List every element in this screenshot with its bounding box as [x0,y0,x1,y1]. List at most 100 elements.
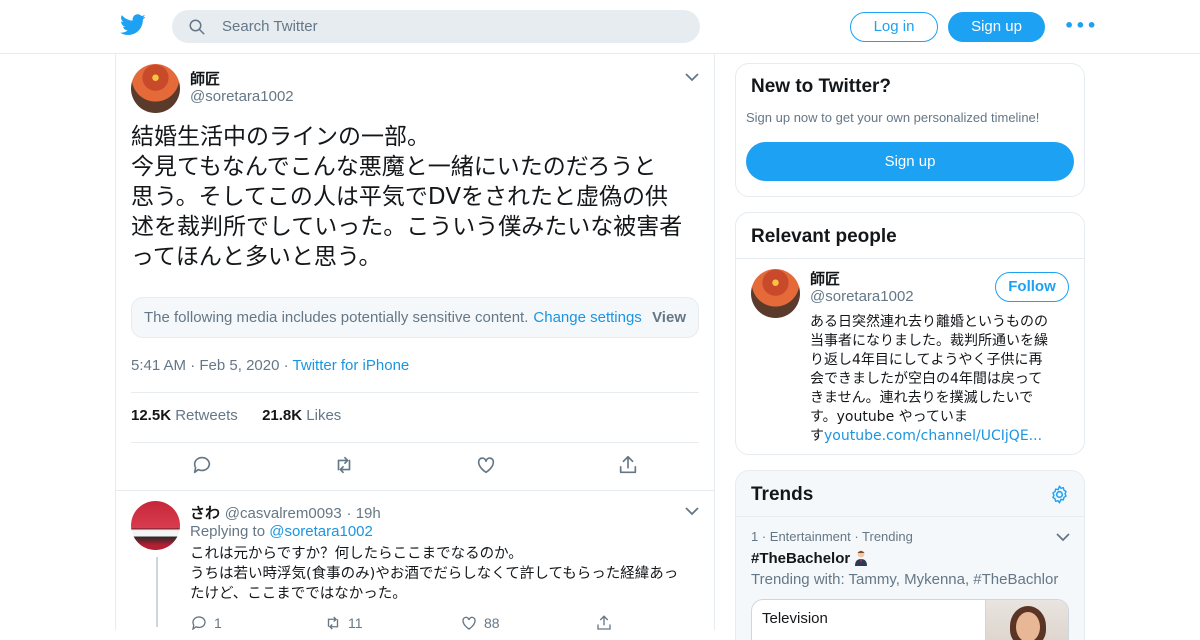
reply-actions: 1 11 88 [190,614,670,630]
reply-icon [192,616,206,630]
search-input[interactable] [222,18,662,35]
login-button[interactable]: Log in [850,12,938,42]
reply-text-line: これは元からですか？何したらここまでなるのか。 [190,546,523,562]
relevant-person-handle[interactable]: @soretara1002 [810,288,914,305]
bio-youtube-link[interactable]: youtube.com/channel/UCIjQE... [824,428,1042,444]
bio-line: 当事者になりました。裁判所通いを繰 [810,333,1048,349]
chevron-down-icon[interactable] [685,72,699,82]
trend-trending-with: Trending with: Tammy, Mykenna, #TheBachl… [751,571,1059,588]
new-to-twitter-subtitle: Sign up now to get your own personalized… [746,110,1040,125]
meta-separator: · [190,357,200,374]
tweet-text-line: 思う。そしてこの人は平気でDVをされたと虚偽の供 [131,184,668,210]
replying-to-handle-link[interactable]: @soretara1002 [269,523,373,540]
reply-like-action[interactable]: 88 [460,614,500,630]
tweet-time[interactable]: 5:41 AM [131,357,186,374]
bio-line: 会できましたが空白の4年間は戻って [810,371,1043,387]
relevant-person-name[interactable]: 師匠 [810,268,840,289]
meta-separator: · [283,357,293,374]
author-avatar[interactable] [131,64,180,113]
change-settings-link[interactable]: Change settings [533,309,641,326]
reply-text-line: たけど、ここまでではなかった。 [190,586,407,602]
tweet-text-line: 今見てもなんでこんな悪魔と一緒にいたのだろうと [131,154,657,180]
reply-retweet-action[interactable]: 11 [324,614,363,630]
divider [131,392,699,393]
tweet-text: 結婚生活中のラインの一部。 今見てもなんでこんな悪魔と一緒にいたのだろうと 思う… [131,122,706,272]
search-box[interactable] [172,10,700,43]
reply-time[interactable]: 19h [356,505,381,522]
trends-title: Trends [751,484,814,505]
reply-reply-action[interactable]: 1 [190,614,222,630]
tweet-text-line: 結婚生活中のラインの一部。 [131,124,430,150]
sensitive-media-notice: The following media includes potentially… [131,297,699,338]
follow-button[interactable]: Follow [995,272,1069,302]
tweet-metadata: 5:41 AM · Feb 5, 2020 · Twitter for iPho… [131,357,409,374]
replying-to-label: Replying to [190,523,266,540]
trend-item[interactable]: 1 · Entertainment · Trending #TheBachelo… [736,517,1084,640]
tweet-column: 師匠 @soretara1002 結婚生活中のラインの一部。 今見てもなんでこん… [115,54,715,630]
replying-to: Replying to @soretara1002 [190,523,373,540]
chevron-down-icon[interactable] [685,506,699,516]
trend-hashtag-row: #TheBachelor [751,549,870,567]
meta-separator: · [346,505,356,522]
like-icon[interactable] [475,454,497,476]
share-icon [597,615,611,630]
signup-button[interactable]: Sign up [948,12,1045,42]
share-icon[interactable] [617,454,639,476]
retweet-icon[interactable] [333,454,355,476]
reply-text: これは元からですか？何したらここまでなるのか。 うちは若い時浮気(食事のみ)やお… [190,544,700,604]
reply-author-handle[interactable]: @casvalrem0093 [225,505,342,522]
sensitive-notice-text: The following media includes potentially… [144,309,529,326]
bio-line: きません。連れ去りを撲滅したいで [810,390,1034,406]
likes-stat[interactable]: 21.8K Likes [262,407,341,424]
divider [131,442,699,443]
tweet-date[interactable]: Feb 5, 2020 [199,357,279,374]
bio-line: す。youtube やっていま [810,409,968,425]
trend-media-label: Television [762,610,828,627]
new-to-twitter-card: New to Twitter? Sign up now to get your … [735,63,1085,197]
relevant-person-bio: ある日突然連れ去り離婚というものの 当事者になりました。裁判所通いを繰 り返し4… [810,313,1070,446]
more-options-icon[interactable]: ••• [1064,18,1097,34]
tweet-source-link[interactable]: Twitter for iPhone [293,357,410,374]
tweet-stats: 12.5K Retweets 21.8K Likes [131,407,341,424]
reply-header: さわ @casvalrem0093 · 19h [190,502,381,523]
tweet-text-line: ってほんと多いと思う。 [131,244,382,270]
retweet-count: 11 [348,615,363,630]
trend-media-thumbnail [985,600,1068,640]
chevron-down-icon[interactable] [1056,532,1070,542]
tweet-actions [116,454,714,482]
reply-share-action[interactable] [595,614,613,630]
twitter-bird-logo-icon[interactable] [120,14,146,36]
reply-author-avatar[interactable] [131,501,180,550]
retweets-label: Retweets [175,407,238,424]
relevant-people-card: Relevant people 師匠 @soretara1002 Follow … [735,212,1085,455]
retweet-icon [327,616,339,630]
top-bar: Log in Sign up ••• [0,0,1200,54]
retweets-stat[interactable]: 12.5K Retweets [131,407,238,424]
bio-line-prefix: す [810,428,824,444]
new-to-twitter-title: New to Twitter? [751,76,892,97]
tweet-text-line: 述を裁判所でしていった。こういう僕みたいな被害者 [131,214,683,240]
divider [116,490,714,491]
bio-line: すyoutube.com/channel/UCIjQE... [810,427,1070,446]
thread-line [156,557,158,627]
reply-count: 1 [214,615,222,630]
bachelor-emoji-icon [855,550,868,566]
gear-icon[interactable] [1049,484,1070,505]
trend-meta: 1 · Entertainment · Trending [751,529,913,544]
relevant-people-title: Relevant people [751,226,897,247]
view-media-button[interactable]: View [652,309,686,326]
like-count: 88 [484,615,500,630]
relevant-person: 師匠 @soretara1002 Follow ある日突然連れ去り離婚というもの… [736,259,1084,454]
relevant-person-avatar[interactable] [751,269,800,318]
trend-media-card[interactable]: Television [751,599,1069,640]
retweets-count: 12.5K [131,407,172,424]
reply-author-name[interactable]: さわ [190,504,220,522]
author-name[interactable]: 師匠 [190,68,220,89]
likes-count: 21.8K [262,407,303,424]
likes-label: Likes [306,407,342,424]
sidebar-signup-button[interactable]: Sign up [746,142,1074,181]
reply-icon[interactable] [191,454,213,476]
bio-line: ある日突然連れ去り離婚というものの [810,314,1048,330]
author-handle[interactable]: @soretara1002 [190,88,294,105]
trend-hashtag[interactable]: #TheBachelor [751,550,850,567]
